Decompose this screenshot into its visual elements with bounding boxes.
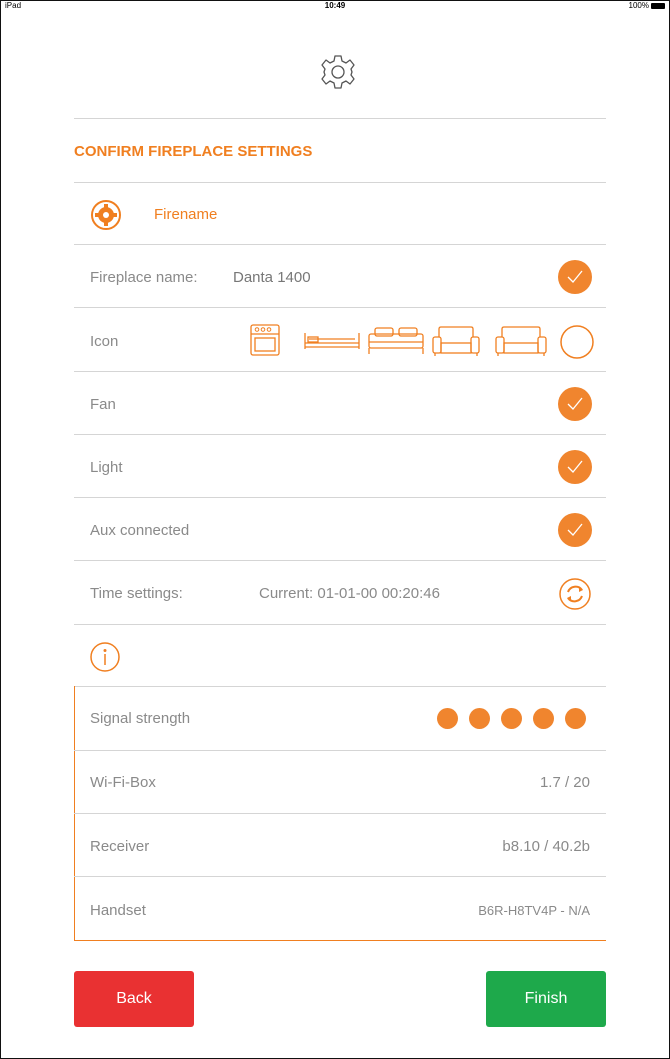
- divider: [74, 624, 606, 625]
- icon-unselected-radio[interactable]: [559, 324, 595, 360]
- time-current-value: Current: 01-01-00 00:20:46: [259, 585, 440, 602]
- fireplace-name-check[interactable]: [558, 260, 592, 294]
- page-title: CONFIRM FIREPLACE SETTINGS: [74, 143, 313, 160]
- divider: [74, 813, 606, 814]
- divider: [74, 307, 606, 308]
- back-button[interactable]: Back: [74, 971, 194, 1027]
- battery-percent: 100%: [628, 1, 649, 10]
- refresh-icon[interactable]: [558, 577, 592, 611]
- check-icon: [567, 270, 583, 283]
- light-check[interactable]: [558, 450, 592, 484]
- check-icon: [567, 397, 583, 410]
- signal-dot: [469, 708, 490, 729]
- fan-check[interactable]: [558, 387, 592, 421]
- handset-value: B6R-H8TV4P - N/A: [478, 903, 590, 918]
- finish-button[interactable]: Finish: [486, 971, 606, 1027]
- settings-icon[interactable]: [318, 52, 358, 92]
- bed-icon[interactable]: [303, 329, 361, 351]
- signal-strength-label: Signal strength: [90, 710, 191, 727]
- divider: [74, 371, 606, 372]
- wifi-box-value: 1.7 / 20: [539, 774, 590, 791]
- section-firename: Firename: [154, 206, 218, 223]
- signal-dot: [533, 708, 554, 729]
- info-icon[interactable]: [89, 641, 121, 673]
- clock: 10:49: [324, 1, 346, 10]
- receiver-value: b8.10 / 40.2b: [502, 838, 590, 855]
- fireplace-name-label: Fireplace name:: [90, 269, 198, 286]
- aux-check[interactable]: [558, 513, 592, 547]
- divider: [74, 182, 606, 183]
- divider: [74, 497, 606, 498]
- divider: [74, 560, 606, 561]
- double-bed-icon[interactable]: [367, 326, 425, 356]
- firename-settings-icon: [91, 200, 121, 230]
- divider: [74, 876, 606, 877]
- sofa-icon[interactable]: [494, 325, 548, 357]
- time-settings-label: Time settings:: [90, 585, 183, 602]
- light-label: Light: [90, 459, 123, 476]
- fireplace-name-value[interactable]: Danta 1400: [233, 269, 311, 286]
- battery-indicator: 100%: [629, 1, 665, 10]
- battery-icon: [651, 2, 665, 9]
- signal-dot: [437, 708, 458, 729]
- fan-label: Fan: [90, 396, 116, 413]
- status-bar: iPad 10:49 100%: [0, 0, 670, 12]
- handset-label: Handset: [90, 902, 146, 919]
- divider: [74, 244, 606, 245]
- signal-dot: [565, 708, 586, 729]
- receiver-label: Receiver: [90, 838, 150, 855]
- divider: [74, 686, 606, 687]
- aux-label: Aux connected: [90, 522, 190, 539]
- icon-label: Icon: [90, 333, 119, 350]
- divider: [74, 750, 606, 751]
- signal-dot: [501, 708, 522, 729]
- info-panel-bottom: [74, 940, 606, 941]
- wifi-box-label: Wi-Fi-Box: [90, 774, 156, 791]
- oven-icon[interactable]: [250, 324, 280, 356]
- divider: [74, 434, 606, 435]
- armchair-icon[interactable]: [431, 325, 481, 357]
- check-icon: [567, 523, 583, 536]
- divider: [74, 118, 606, 119]
- check-icon: [567, 460, 583, 473]
